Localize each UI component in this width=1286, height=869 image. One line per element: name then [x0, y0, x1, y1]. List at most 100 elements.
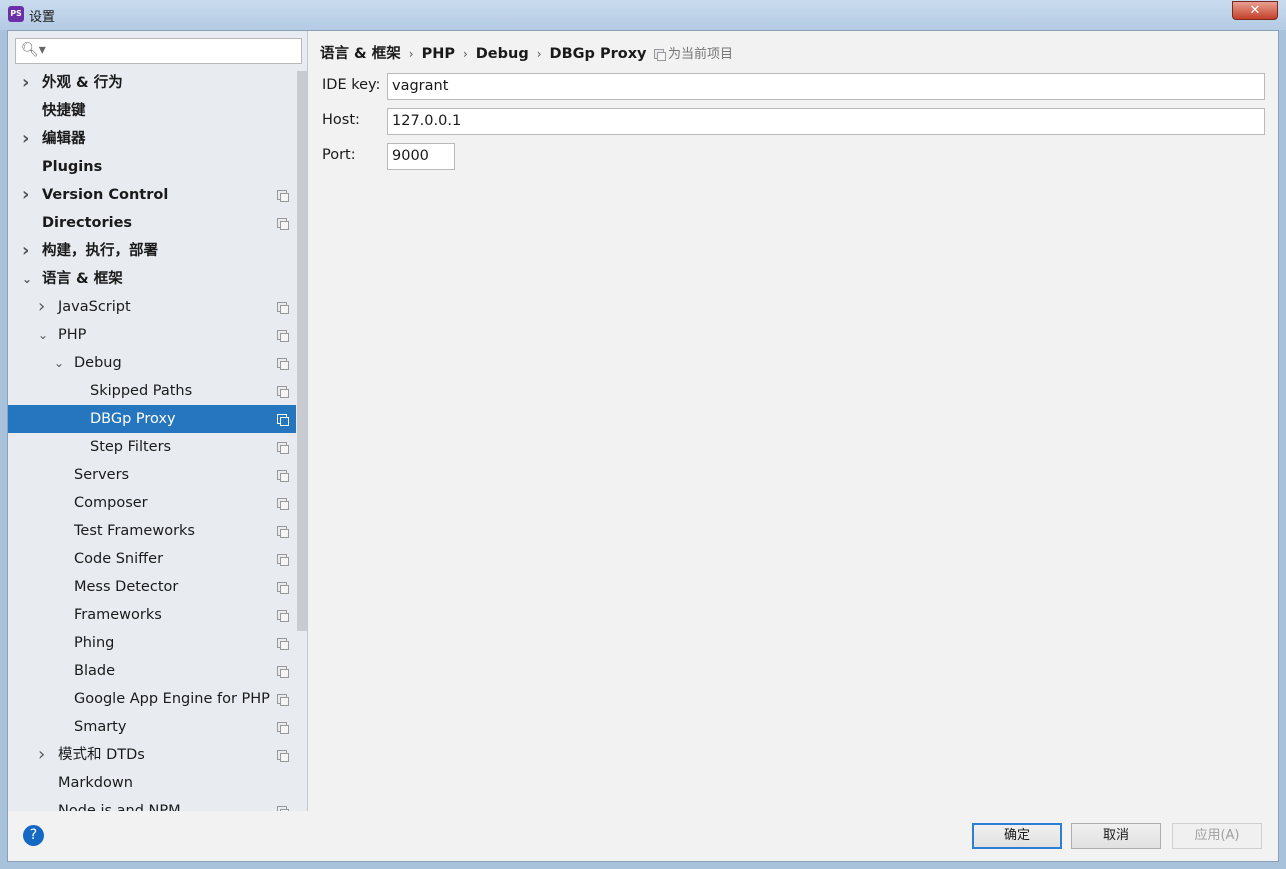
- tree-item[interactable]: ⌄ PHP: [8, 321, 296, 349]
- tree-item[interactable]: Composer: [8, 489, 296, 517]
- tree-item-label: Google App Engine for PHP: [74, 691, 270, 707]
- tree-item[interactable]: Markdown: [8, 769, 296, 797]
- breadcrumb-item: 语言 & 框架: [320, 46, 401, 62]
- copy-icon: [277, 610, 289, 622]
- tree-item-label: Directories: [42, 215, 133, 231]
- host-input[interactable]: 127.0.0.1: [387, 108, 1265, 135]
- tree-item[interactable]: Step Filters: [8, 433, 296, 461]
- tree-item-label: Servers: [74, 467, 130, 483]
- breadcrumb-separator: ›: [462, 47, 468, 61]
- chevron-right-icon[interactable]: ›: [22, 181, 29, 209]
- help-button[interactable]: ?: [23, 825, 44, 846]
- tree-item[interactable]: Frameworks: [8, 601, 296, 629]
- tree-item-label: Plugins: [42, 159, 103, 175]
- copy-icon: [277, 218, 289, 230]
- chevron-right-icon[interactable]: ›: [38, 741, 45, 769]
- tree-item[interactable]: › JavaScript: [8, 293, 296, 321]
- copy-icon: [277, 442, 289, 454]
- tree-item[interactable]: Blade: [8, 657, 296, 685]
- close-button[interactable]: ✕: [1232, 1, 1278, 20]
- tree-item[interactable]: Test Frameworks: [8, 517, 296, 545]
- project-scope-label: 为当前项目: [654, 43, 733, 62]
- tree-item[interactable]: › 模式和 DTDs: [8, 741, 296, 769]
- tree-item-label: 构建，执行，部署: [42, 243, 158, 259]
- tree-item[interactable]: Phing: [8, 629, 296, 657]
- ide-key-label: IDE key:: [322, 77, 381, 93]
- copy-icon: [277, 358, 289, 370]
- dialog-footer: ? 确定 取消 应用(A): [8, 811, 1278, 861]
- sidebar-scrollbar[interactable]: [296, 69, 307, 811]
- project-scope-text: 为当前项目: [668, 47, 734, 62]
- tree-item[interactable]: Skipped Paths: [8, 377, 296, 405]
- phpstorm-app-icon: PS: [8, 6, 24, 22]
- copy-icon: [277, 666, 289, 678]
- copy-icon: [277, 526, 289, 538]
- tree-item-label: Blade: [74, 663, 115, 679]
- tree-item-label: Frameworks: [74, 607, 162, 623]
- tree-item[interactable]: DBGp Proxy: [8, 405, 296, 433]
- host-label: Host:: [322, 112, 360, 128]
- tree-item[interactable]: 快捷键: [8, 97, 296, 125]
- tree-item[interactable]: › 编辑器: [8, 125, 296, 153]
- tree-item[interactable]: Mess Detector: [8, 573, 296, 601]
- breadcrumb: 语言 & 框架 › PHP › Debug › DBGp Proxy: [320, 42, 647, 63]
- tree-item[interactable]: › Version Control: [8, 181, 296, 209]
- breadcrumb-item: PHP: [421, 46, 455, 62]
- tree-item-label: Composer: [74, 495, 148, 511]
- chevron-right-icon[interactable]: ›: [22, 237, 29, 265]
- search-input[interactable]: 🔍︎▾: [15, 38, 302, 64]
- tree-item[interactable]: Servers: [8, 461, 296, 489]
- chevron-down-icon[interactable]: ⌄: [22, 265, 32, 293]
- tree-item[interactable]: Code Sniffer: [8, 545, 296, 573]
- tree-item-label: Step Filters: [90, 439, 172, 455]
- chevron-down-icon[interactable]: ⌄: [54, 349, 64, 377]
- tree-item-label: Mess Detector: [74, 579, 179, 595]
- chevron-right-icon[interactable]: ›: [22, 69, 29, 97]
- chevron-right-icon[interactable]: ›: [22, 125, 29, 153]
- port-label: Port:: [322, 147, 356, 163]
- tree-item-label: Skipped Paths: [90, 383, 193, 399]
- copy-icon: [277, 694, 289, 706]
- tree-item-label: 模式和 DTDs: [58, 747, 145, 763]
- settings-panel: 语言 & 框架 › PHP › Debug › DBGp Proxy 为当前项目 IDE k…: [309, 31, 1278, 811]
- tree-item-label: JavaScript: [58, 299, 131, 315]
- tree-item[interactable]: ⌄ 语言 & 框架: [8, 265, 296, 293]
- scrollbar-thumb[interactable]: [297, 71, 307, 631]
- apply-button[interactable]: 应用(A): [1172, 823, 1262, 849]
- tree-item-label: Code Sniffer: [74, 551, 164, 567]
- settings-sidebar: 🔍︎▾ › 外观 & 行为 快捷键 › 编辑器 Plugins › Version Contr…: [8, 31, 308, 811]
- tree-item-label: Debug: [74, 355, 122, 371]
- tree-item[interactable]: Directories: [8, 209, 296, 237]
- chevron-down-icon[interactable]: ⌄: [38, 321, 48, 349]
- tree-item-label: Smarty: [74, 719, 127, 735]
- breadcrumb-item: DBGp Proxy: [549, 46, 647, 62]
- tree-item-label: Node.js and NPM: [58, 803, 181, 811]
- tree-item-label: Phing: [74, 635, 115, 651]
- tree-item[interactable]: › 构建，执行，部署: [8, 237, 296, 265]
- copy-icon: [277, 554, 289, 566]
- tree-item-label: Version Control: [42, 187, 169, 203]
- chevron-right-icon[interactable]: ›: [38, 293, 45, 321]
- tree-item-label: 快捷键: [42, 103, 86, 119]
- port-input[interactable]: 9000: [387, 143, 455, 170]
- tree-item[interactable]: Node.js and NPM: [8, 797, 296, 811]
- copy-icon: [277, 582, 289, 594]
- copy-icon: [277, 414, 289, 426]
- tree-item[interactable]: Smarty: [8, 713, 296, 741]
- settings-tree: › 外观 & 行为 快捷键 › 编辑器 Plugins › Version Control Di…: [8, 69, 296, 811]
- tree-item[interactable]: Google App Engine for PHP: [8, 685, 296, 713]
- tree-item[interactable]: › 外观 & 行为: [8, 69, 296, 97]
- ok-button[interactable]: 确定: [972, 823, 1062, 849]
- tree-item-label: Markdown: [58, 775, 133, 791]
- tree-item-label: PHP: [58, 327, 87, 343]
- tree-item[interactable]: Plugins: [8, 153, 296, 181]
- ide-key-input[interactable]: vagrant: [387, 73, 1265, 100]
- tree-item[interactable]: ⌄ Debug: [8, 349, 296, 377]
- copy-icon: [277, 638, 289, 650]
- breadcrumb-item: Debug: [475, 46, 529, 62]
- title-bar: PS 设置 ✕: [0, 0, 1286, 30]
- copy-icon: [277, 498, 289, 510]
- tree-item-label: 外观 & 行为: [42, 75, 123, 91]
- cancel-button[interactable]: 取消: [1071, 823, 1161, 849]
- copy-icon: [277, 722, 289, 734]
